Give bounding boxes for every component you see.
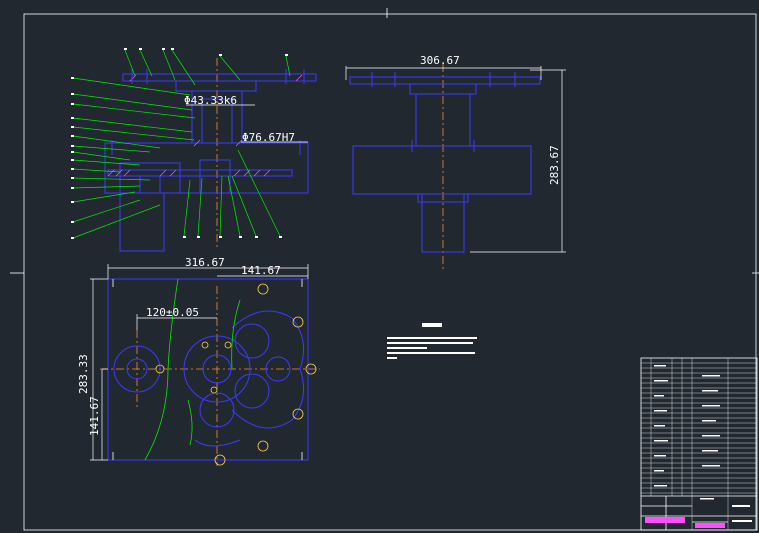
- top-width-dimension: 306.67: [420, 54, 460, 67]
- side-height-dimension: 283.67: [548, 145, 561, 185]
- parts-list-table: [640, 357, 758, 531]
- side-view: 306.67 283.67: [345, 54, 566, 270]
- front-section-view: Φ43.33k6 Φ76.67H7: [71, 48, 317, 252]
- plan-height-dimension: 283.33: [77, 354, 90, 394]
- plan-center-distance-dimension: 120±0.05: [146, 306, 199, 319]
- plan-view: 316.67 141.67 120±0.05 283.33 141.67: [77, 256, 320, 466]
- fit-shaft-label: Φ43.33k6: [184, 94, 237, 107]
- fit-bore-label: Φ76.67H7: [242, 131, 295, 144]
- drawing-canvas: Φ43.33k6 Φ76.67H7 306.67 283.67 316.67 1…: [10, 8, 759, 531]
- technical-notes: [387, 323, 477, 359]
- part-leaders: [72, 49, 291, 239]
- plan-half-height-dimension: 141.67: [88, 396, 101, 436]
- plan-half-width-dimension: 141.67: [241, 264, 281, 277]
- plan-width-dimension: 316.67: [185, 256, 225, 269]
- drawing-frame: [10, 8, 759, 531]
